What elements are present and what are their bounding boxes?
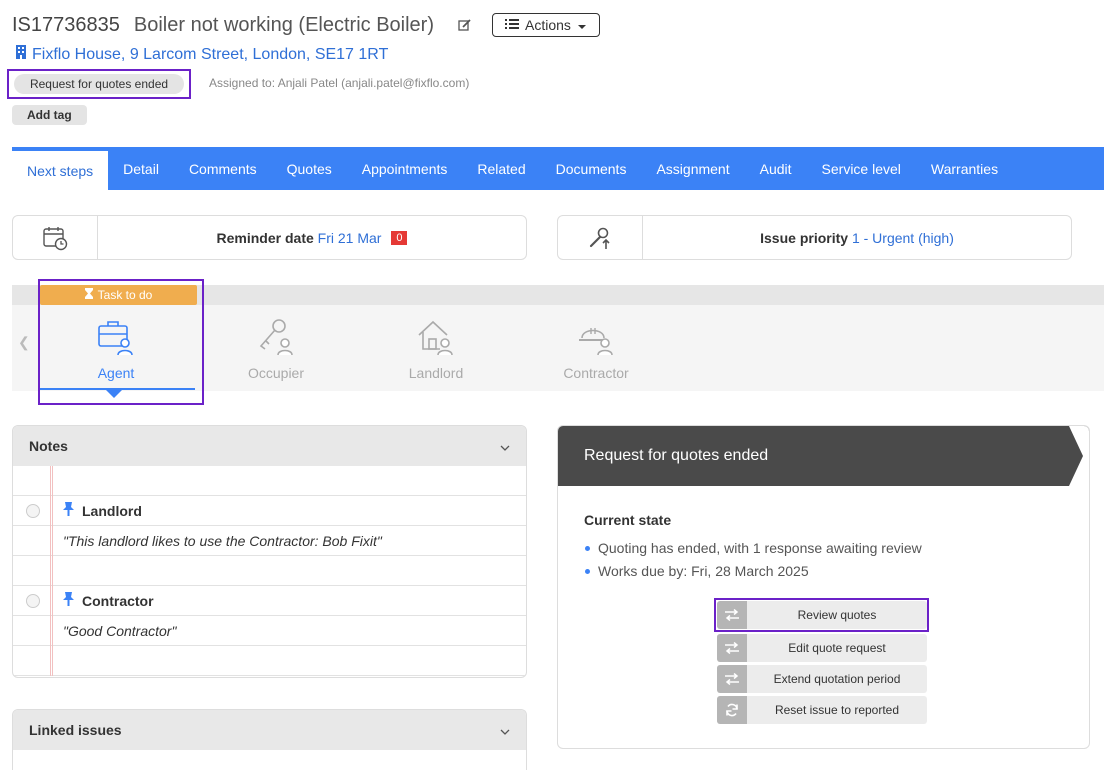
chevron-down-icon [500, 722, 510, 738]
state-body: Current state Quoting has ended, with 1 … [558, 486, 1089, 612]
state-header: Request for quotes ended [558, 426, 1089, 486]
note-title-row: Contractor [13, 586, 526, 616]
role-occupier-label: Occupier [247, 365, 305, 381]
notes-panel: Notes Landlord "This landlord likes to u… [12, 425, 527, 678]
edit-icon[interactable] [456, 16, 474, 34]
reminder-date[interactable]: Fri 21 Mar [318, 230, 382, 246]
notes-header[interactable]: Notes [13, 426, 526, 466]
linked-issues-header[interactable]: Linked issues [13, 710, 526, 750]
review-quotes-highlight-box [714, 598, 929, 632]
note-spacer-row [13, 646, 526, 676]
current-state-label: Current state [584, 512, 672, 528]
linked-issues-title: Linked issues [29, 722, 122, 738]
refresh-icon [717, 696, 747, 724]
pin-icon [63, 502, 74, 519]
issue-header: IS17736835 Boiler not working (Electric … [12, 10, 1092, 40]
note-title: Contractor [82, 592, 154, 609]
building-icon [14, 44, 28, 65]
role-landlord-label: Landlord [408, 365, 464, 381]
notes-margin-line [50, 466, 53, 676]
role-contractor[interactable]: Contractor [536, 318, 656, 381]
actions-button[interactable]: Actions [492, 13, 600, 37]
tab-detail[interactable]: Detail [108, 147, 174, 190]
note-spacer-row [13, 466, 526, 496]
tab-related[interactable]: Related [462, 147, 540, 190]
assigned-to: Assigned to: Anjali Patel (anjali.patel@… [209, 76, 470, 90]
reminder-label: Reminder date [216, 229, 314, 246]
calendar-clock-icon [13, 216, 98, 259]
state-bullet: Works due by: Fri, 28 March 2025 [584, 563, 1063, 579]
list-icon [505, 17, 519, 33]
extend-quotation-period-label: Extend quotation period [773, 672, 901, 686]
hardhat-person-icon [576, 318, 616, 361]
reminder-text: Reminder date Fri 21 Mar 0 [98, 230, 526, 246]
notes-title: Notes [29, 438, 68, 454]
tab-appointments[interactable]: Appointments [347, 147, 463, 190]
tab-audit[interactable]: Audit [745, 147, 807, 190]
status-badge: Request for quotes ended [13, 74, 185, 94]
note-text: "This landlord likes to use the Contract… [63, 532, 382, 549]
reminder-card: Reminder date Fri 21 Mar 0 [12, 215, 527, 260]
linked-issues-panel: Linked issues [12, 709, 527, 770]
agent-highlight-box [38, 279, 204, 405]
pin-icon [63, 592, 74, 609]
arrow-notch-icon [1069, 426, 1089, 486]
note-text-row: "Good Contractor" [13, 616, 526, 646]
role-contractor-label: Contractor [563, 365, 629, 381]
state-title: Request for quotes ended [584, 447, 769, 464]
note-title-row: Landlord [13, 496, 526, 526]
tab-warranties[interactable]: Warranties [916, 147, 1013, 190]
key-person-icon [256, 318, 296, 361]
note-title: Landlord [82, 502, 142, 519]
tab-next-steps[interactable]: Next steps [12, 149, 109, 190]
priority-text: Issue priority 1 - Urgent (high) [643, 230, 1071, 246]
tab-quotes[interactable]: Quotes [272, 147, 347, 190]
swap-arrows-icon [717, 634, 747, 662]
status-highlight: Request for quotes ended [7, 69, 191, 99]
note-spacer-row [13, 556, 526, 586]
edit-quote-request-button[interactable]: Edit quote request [717, 634, 927, 662]
wrench-priority-icon [558, 216, 643, 259]
note-radio[interactable] [26, 503, 40, 518]
chevron-left-icon[interactable]: ❮ [18, 334, 30, 351]
actions-label: Actions [525, 17, 571, 33]
role-occupier[interactable]: Occupier [216, 318, 336, 381]
tab-comments[interactable]: Comments [174, 147, 272, 190]
reset-issue-button[interactable]: Reset issue to reported [717, 696, 927, 724]
role-landlord[interactable]: Landlord [376, 318, 496, 381]
reminder-count-badge: 0 [391, 230, 408, 245]
state-bullet: Quoting has ended, with 1 response await… [584, 540, 1063, 556]
state-bullet-text: Works due by: Fri, 28 March 2025 [598, 563, 809, 579]
priority-card: Issue priority 1 - Urgent (high) [557, 215, 1072, 260]
note-radio[interactable] [26, 593, 40, 608]
caret-down-icon [577, 17, 587, 33]
property-address-link[interactable]: Fixflo House, 9 Larcom Street, London, S… [14, 44, 388, 65]
swap-arrows-icon [717, 665, 747, 693]
reset-issue-label: Reset issue to reported [774, 703, 900, 717]
chevron-down-icon [500, 438, 510, 454]
priority-value[interactable]: 1 - Urgent (high) [852, 230, 954, 246]
extend-quotation-period-button[interactable]: Extend quotation period [717, 665, 927, 693]
property-address: Fixflo House, 9 Larcom Street, London, S… [32, 45, 389, 63]
edit-quote-request-label: Edit quote request [788, 641, 886, 655]
tab-documents[interactable]: Documents [541, 147, 642, 190]
tab-bar: Next steps Detail Comments Quotes Appoin… [12, 147, 1104, 190]
issue-id: IS17736835 [12, 13, 120, 36]
tab-assignment[interactable]: Assignment [641, 147, 744, 190]
note-text: "Good Contractor" [63, 622, 177, 639]
tab-service-level[interactable]: Service level [807, 147, 916, 190]
notes-body: Landlord "This landlord likes to use the… [13, 466, 526, 676]
note-text-row: "This landlord likes to use the Contract… [13, 526, 526, 556]
add-tag-button[interactable]: Add tag [12, 105, 87, 125]
priority-label: Issue priority [760, 229, 849, 246]
issue-title: Boiler not working (Electric Boiler) [133, 13, 434, 36]
house-person-icon [416, 318, 456, 361]
state-bullet-text: Quoting has ended, with 1 response await… [598, 540, 922, 556]
